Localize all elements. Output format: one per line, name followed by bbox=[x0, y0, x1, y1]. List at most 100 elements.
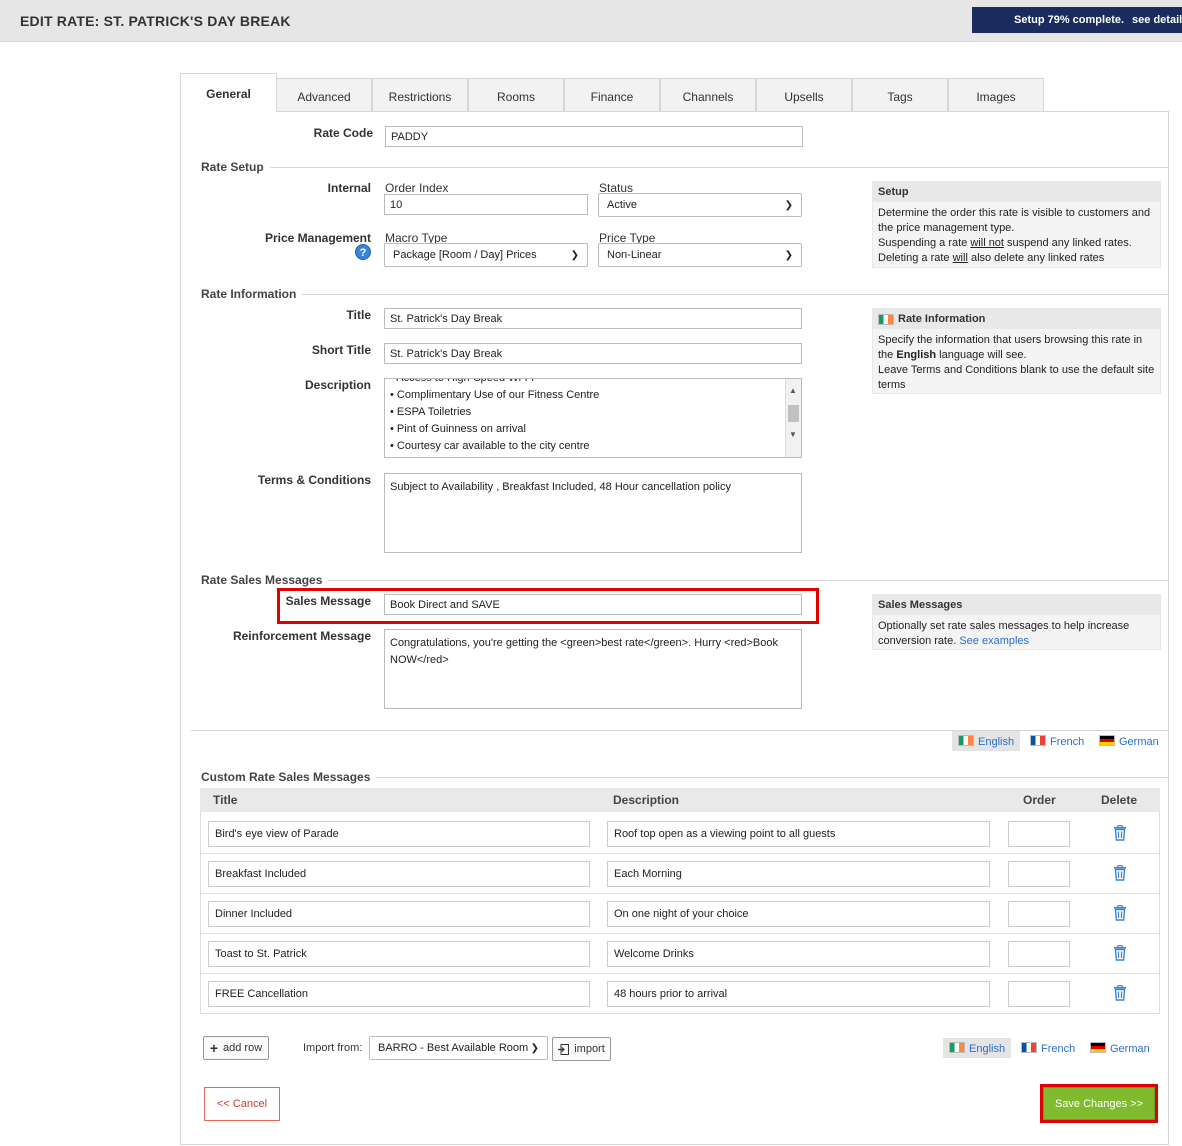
tab-finance[interactable]: Finance bbox=[564, 78, 660, 112]
france-flag-icon bbox=[1030, 735, 1046, 746]
rate-information-section: Rate Information bbox=[201, 287, 1169, 301]
lang-german[interactable]: German bbox=[1093, 731, 1165, 751]
sales-message-input[interactable]: Book Direct and SAVE bbox=[384, 594, 802, 615]
row-order-input[interactable] bbox=[1008, 861, 1070, 887]
row-description-input[interactable]: Each Morning bbox=[607, 861, 990, 887]
see-examples-link[interactable]: See examples bbox=[959, 635, 1029, 647]
tab-channels[interactable]: Channels bbox=[660, 78, 756, 112]
status-select[interactable]: Active ❯ bbox=[598, 193, 802, 217]
tab-rooms[interactable]: Rooms bbox=[468, 78, 564, 112]
order-index-input[interactable]: 10 bbox=[384, 194, 588, 215]
import-source-select[interactable]: BARRO - Best Available Room ❯ bbox=[369, 1036, 548, 1060]
status-select-value: Active bbox=[607, 199, 637, 211]
description-line: • Pint of Guinness on arrival bbox=[390, 423, 526, 435]
lang-german[interactable]: German bbox=[1084, 1038, 1156, 1058]
lang-french[interactable]: French bbox=[1024, 731, 1090, 751]
row-divider bbox=[201, 933, 1159, 934]
row-order-input[interactable] bbox=[1008, 981, 1070, 1007]
description-line: • Courtesy car available to the city cen… bbox=[390, 440, 590, 452]
macro-type-value: Package [Room / Day] Prices bbox=[393, 249, 537, 261]
rate-code-input[interactable]: PADDY bbox=[385, 126, 803, 147]
rate-info-line1: Specify the information that users brows… bbox=[878, 334, 1143, 361]
row-title-input[interactable]: Breakfast Included bbox=[208, 861, 590, 887]
trash-icon[interactable] bbox=[1113, 905, 1127, 921]
price-type-value: Non-Linear bbox=[607, 249, 662, 261]
row-title-input[interactable]: Bird's eye view of Parade bbox=[208, 821, 590, 847]
sales-messages-info-title: Sales Messages bbox=[873, 595, 1160, 615]
import-icon bbox=[558, 1043, 570, 1055]
trash-icon[interactable] bbox=[1113, 985, 1127, 1001]
plus-icon: + bbox=[209, 1040, 219, 1056]
terms-textarea[interactable]: Subject to Availability , Breakfast Incl… bbox=[384, 473, 802, 553]
import-button[interactable]: import bbox=[552, 1037, 611, 1061]
row-order-input[interactable] bbox=[1008, 901, 1070, 927]
col-delete: Delete bbox=[1101, 793, 1138, 807]
sales-messages-info-box: Sales Messages Optionally set rate sales… bbox=[872, 594, 1161, 650]
trash-icon[interactable] bbox=[1113, 865, 1127, 881]
lang-french[interactable]: French bbox=[1015, 1038, 1081, 1058]
tab-restrictions[interactable]: Restrictions bbox=[372, 78, 468, 112]
terms-label: Terms & Conditions bbox=[257, 473, 371, 487]
row-order-input[interactable] bbox=[1008, 941, 1070, 967]
rate-info-box-header: Rate Information bbox=[873, 309, 1160, 329]
tab-advanced[interactable]: Advanced bbox=[276, 78, 372, 112]
row-description-input[interactable]: Welcome Drinks bbox=[607, 941, 990, 967]
row-description-input[interactable]: Roof top open as a viewing point to all … bbox=[607, 821, 990, 847]
page-title: EDIT RATE: ST. PATRICK'S DAY BREAK bbox=[20, 13, 291, 29]
description-scrollbar[interactable]: ▲ ▼ bbox=[785, 379, 801, 457]
trash-icon[interactable] bbox=[1113, 825, 1127, 841]
setup-info-line2: Suspending a rate will not suspend any l… bbox=[878, 237, 1132, 249]
tab-upsells[interactable]: Upsells bbox=[756, 78, 852, 112]
scroll-thumb[interactable] bbox=[788, 405, 799, 422]
help-icon[interactable]: ? bbox=[355, 244, 371, 260]
description-textarea[interactable]: • Access to High-Speed Wi-Fi • Complimen… bbox=[384, 378, 802, 458]
row-divider bbox=[201, 853, 1159, 854]
title-input[interactable]: St. Patrick's Day Break bbox=[384, 308, 802, 329]
row-title-input[interactable]: FREE Cancellation bbox=[208, 981, 590, 1007]
chevron-down-icon: ❯ bbox=[530, 1042, 539, 1054]
short-title-input[interactable]: St. Patrick's Day Break bbox=[384, 343, 802, 364]
tab-images[interactable]: Images bbox=[948, 78, 1044, 112]
col-description: Description bbox=[613, 793, 680, 807]
price-type-select[interactable]: Non-Linear ❯ bbox=[598, 243, 802, 267]
lang-english[interactable]: English bbox=[952, 731, 1021, 751]
row-description-input[interactable]: On one night of your choice bbox=[607, 901, 990, 927]
tab-general[interactable]: General bbox=[180, 73, 277, 112]
col-title: Title bbox=[213, 793, 238, 807]
chevron-down-icon: ❯ bbox=[784, 199, 793, 211]
lang-english[interactable]: English bbox=[943, 1038, 1012, 1058]
rate-info-box-title: Rate Information bbox=[898, 313, 986, 325]
see-details-link[interactable]: see details bbox=[1132, 14, 1182, 26]
germany-flag-icon bbox=[1090, 1042, 1106, 1053]
germany-flag-icon bbox=[1099, 735, 1115, 746]
row-title-input[interactable]: Toast to St. Patrick bbox=[208, 941, 590, 967]
custom-messages-title: Custom Rate Sales Messages bbox=[201, 770, 371, 784]
france-flag-icon bbox=[1021, 1042, 1037, 1053]
chevron-down-icon: ❯ bbox=[570, 249, 579, 261]
row-order-input[interactable] bbox=[1008, 821, 1070, 847]
row-description-input[interactable]: 48 hours prior to arrival bbox=[607, 981, 990, 1007]
scroll-down-icon[interactable]: ▼ bbox=[789, 426, 797, 443]
tab-tags[interactable]: Tags bbox=[852, 78, 948, 112]
row-title-input[interactable]: Dinner Included bbox=[208, 901, 590, 927]
scroll-up-icon[interactable]: ▲ bbox=[789, 382, 797, 399]
trash-icon[interactable] bbox=[1113, 945, 1127, 961]
description-content: • Access to High-Speed Wi-Fi • Complimen… bbox=[390, 378, 781, 455]
setup-info-title: Setup bbox=[873, 182, 1160, 202]
add-row-button[interactable]: + add row bbox=[203, 1036, 269, 1060]
description-line: • Access to High-Speed Wi-Fi bbox=[390, 378, 534, 384]
sales-messages-info-body: Optionally set rate sales messages to he… bbox=[878, 620, 1130, 647]
sales-message-label: Sales Message bbox=[285, 594, 371, 608]
setup-info-line3: Deleting a rate will also delete any lin… bbox=[878, 252, 1105, 264]
cancel-button[interactable]: << Cancel bbox=[204, 1087, 280, 1121]
macro-type-select[interactable]: Package [Room / Day] Prices ❯ bbox=[384, 243, 588, 267]
rate-info-box: Rate Information Specify the information… bbox=[872, 308, 1161, 394]
description-label: Description bbox=[304, 378, 371, 392]
setup-info-line1: Determine the order this rate is visible… bbox=[878, 207, 1151, 234]
row-divider bbox=[201, 973, 1159, 974]
rate-information-title: Rate Information bbox=[201, 287, 297, 301]
save-changes-button[interactable]: Save Changes >> bbox=[1043, 1087, 1155, 1120]
reinforcement-message-textarea[interactable]: Congratulations, you're getting the <gre… bbox=[384, 629, 802, 709]
chevron-down-icon: ❯ bbox=[784, 249, 793, 261]
price-management-label: Price Management bbox=[264, 231, 371, 245]
